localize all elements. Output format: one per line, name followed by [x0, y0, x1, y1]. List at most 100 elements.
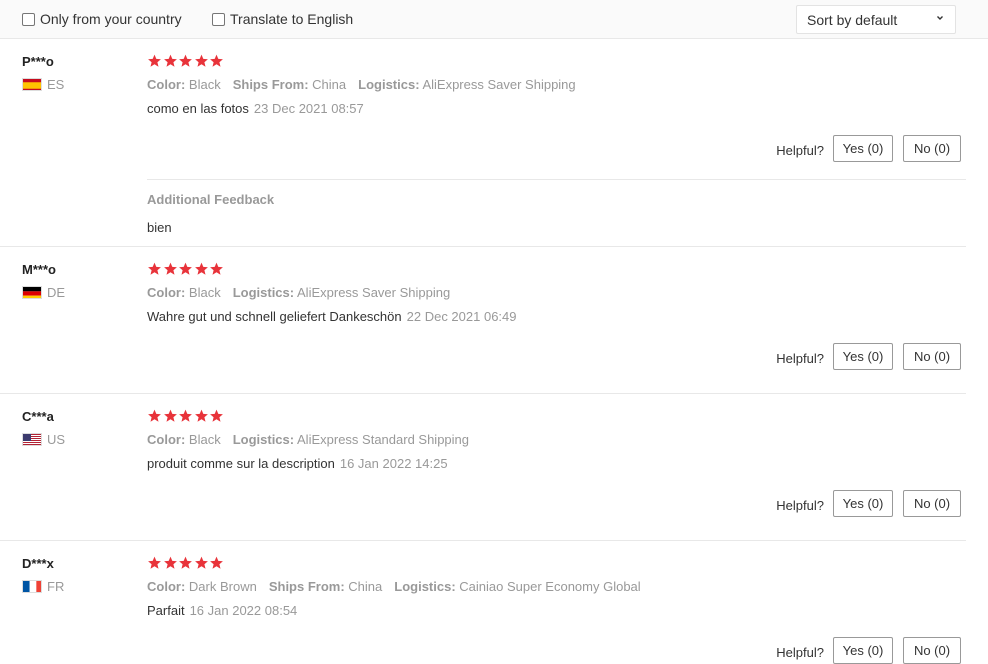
helpful-label: Helpful?	[776, 351, 824, 366]
translate-label: Translate to English	[230, 11, 354, 27]
review-text: como en las fotos	[147, 101, 249, 116]
attribute-key: Logistics:	[394, 579, 456, 594]
checkbox-box[interactable]	[212, 12, 225, 26]
helpful-label: Helpful?	[776, 143, 824, 158]
attribute-key: Color:	[147, 579, 186, 594]
only-country-label: Only from your country	[40, 11, 182, 27]
reviewer-name: C***a	[22, 409, 54, 424]
star-icon	[210, 409, 223, 422]
attribute-pair: Color: Black	[147, 432, 221, 447]
attribute-pair: Logistics: AliExpress Standard Shipping	[233, 432, 469, 447]
review-content: produit comme sur la description 16 Jan 2…	[147, 456, 967, 471]
attribute-value: Black	[188, 285, 221, 300]
review-date: 22 Dec 2021 06:49	[406, 309, 517, 324]
attribute-value: AliExpress Saver Shipping	[297, 285, 451, 300]
review-attributes: Color: Dark Brown Ships From: China Logist…	[147, 579, 967, 594]
reviewer-name: M***o	[22, 262, 56, 277]
yes-button[interactable]: Yes (0)	[833, 135, 893, 162]
yes-button[interactable]: Yes (0)	[833, 490, 893, 517]
helpful-vote: Helpful? Yes (0) No (0)	[776, 637, 961, 664]
star-icon	[179, 54, 192, 67]
checkbox-box[interactable]	[22, 12, 35, 26]
review-content: como en las fotos 23 Dec 2021 08:57	[147, 101, 967, 116]
attribute-value: Cainiao Super Economy Global	[459, 579, 641, 594]
attribute-pair: Logistics: AliExpress Saver Shipping	[358, 77, 576, 92]
country-code: US	[47, 432, 66, 447]
attribute-pair: Ships From: China	[233, 77, 346, 92]
usa-flag-icon	[22, 433, 42, 446]
review-attributes: Color: Black Logistics: AliExpress Saver …	[147, 285, 967, 300]
star-icon	[179, 262, 192, 275]
attribute-key: Ships From:	[268, 579, 345, 594]
review-text: Parfait	[147, 603, 185, 618]
additional-feedback-text: bien	[147, 220, 172, 235]
reviewer-info: P***o ES	[22, 54, 64, 92]
star-icon	[210, 262, 223, 275]
attribute-value: AliExpress Saver Shipping	[422, 77, 576, 92]
attribute-pair: Color: Black	[147, 285, 221, 300]
no-button[interactable]: No (0)	[903, 343, 961, 370]
reviewer-country: ES	[22, 77, 64, 92]
star-rating	[147, 262, 967, 276]
star-icon	[163, 409, 177, 422]
attribute-key: Color:	[147, 432, 186, 447]
helpful-label: Helpful?	[776, 498, 824, 513]
helpful-vote: Helpful? Yes (0) No (0)	[776, 490, 961, 517]
attribute-pair: Logistics: AliExpress Saver Shipping	[233, 285, 451, 300]
divider	[147, 179, 966, 180]
sort-value: Sort by default	[807, 11, 898, 28]
star-icon	[148, 262, 161, 275]
review-date: 23 Dec 2021 08:57	[253, 101, 364, 116]
review-attributes: Color: Black Logistics: AliExpress Standa…	[147, 432, 967, 447]
attribute-value: Black	[188, 432, 221, 447]
translate-checkbox[interactable]: Translate to English	[212, 11, 353, 27]
review-text: produit comme sur la description	[147, 456, 335, 471]
reviewer-country: DE	[22, 285, 65, 300]
yes-button[interactable]: Yes (0)	[833, 637, 893, 664]
no-button[interactable]: No (0)	[903, 135, 961, 162]
star-icon	[163, 556, 177, 569]
no-button[interactable]: No (0)	[903, 490, 961, 517]
review-text: Wahre gut und schnell geliefert Dankesch…	[147, 309, 402, 324]
helpful-label: Helpful?	[776, 645, 824, 660]
no-button[interactable]: No (0)	[903, 637, 961, 664]
star-icon	[210, 556, 223, 569]
review-body: Color: Black Ships From: China Logistics: …	[147, 54, 967, 116]
review-date: 16 Jan 2022 08:54	[189, 603, 298, 618]
sort-dropdown[interactable]: Sort by default	[796, 5, 956, 34]
attribute-key: Logistics:	[232, 432, 295, 447]
attribute-pair: Logistics: Cainiao Super Economy Global	[394, 579, 640, 594]
attribute-pair: Color: Dark Brown	[147, 579, 257, 594]
star-icon	[148, 409, 161, 422]
attribute-key: Logistics:	[358, 77, 420, 92]
review-body: Color: Black Logistics: AliExpress Standa…	[147, 409, 967, 471]
reviewer-info: C***a US	[22, 409, 65, 447]
attribute-value: Black	[188, 77, 221, 92]
star-icon	[194, 409, 208, 422]
star-icon	[179, 409, 192, 422]
attribute-pair: Color: Black	[147, 77, 221, 92]
review-item: M***o DE Color: Black Logistics: AliExpre…	[0, 247, 988, 394]
star-icon	[194, 556, 208, 569]
star-icon	[148, 54, 161, 67]
reviewer-country: FR	[22, 579, 64, 594]
attribute-key: Logistics:	[232, 285, 295, 300]
yes-button[interactable]: Yes (0)	[833, 343, 893, 370]
attribute-value: Dark Brown	[188, 579, 257, 594]
review-item: P***o ES Color: Black Ships From: China Lo…	[0, 39, 988, 247]
review-item: C***a US Color: Black Logistics: AliExpr…	[0, 394, 988, 541]
review-content: Wahre gut und schnell geliefert Dankesch…	[147, 309, 967, 324]
review-date: 16 Jan 2022 14:25	[339, 456, 448, 471]
star-icon	[179, 556, 192, 569]
germany-flag-icon	[22, 286, 42, 299]
star-rating	[147, 409, 967, 423]
star-icon	[148, 556, 161, 569]
only-country-checkbox[interactable]: Only from your country	[22, 11, 182, 27]
star-icon	[194, 262, 208, 275]
attribute-key: Ships From:	[232, 77, 309, 92]
reviewer-name: P***o	[22, 54, 54, 69]
attribute-value: China	[348, 579, 383, 594]
review-item: D***x FR Color: Dark Brown Ships From: Ch…	[0, 541, 988, 664]
review-body: Color: Black Logistics: AliExpress Saver …	[147, 262, 967, 324]
country-code: FR	[47, 579, 65, 594]
